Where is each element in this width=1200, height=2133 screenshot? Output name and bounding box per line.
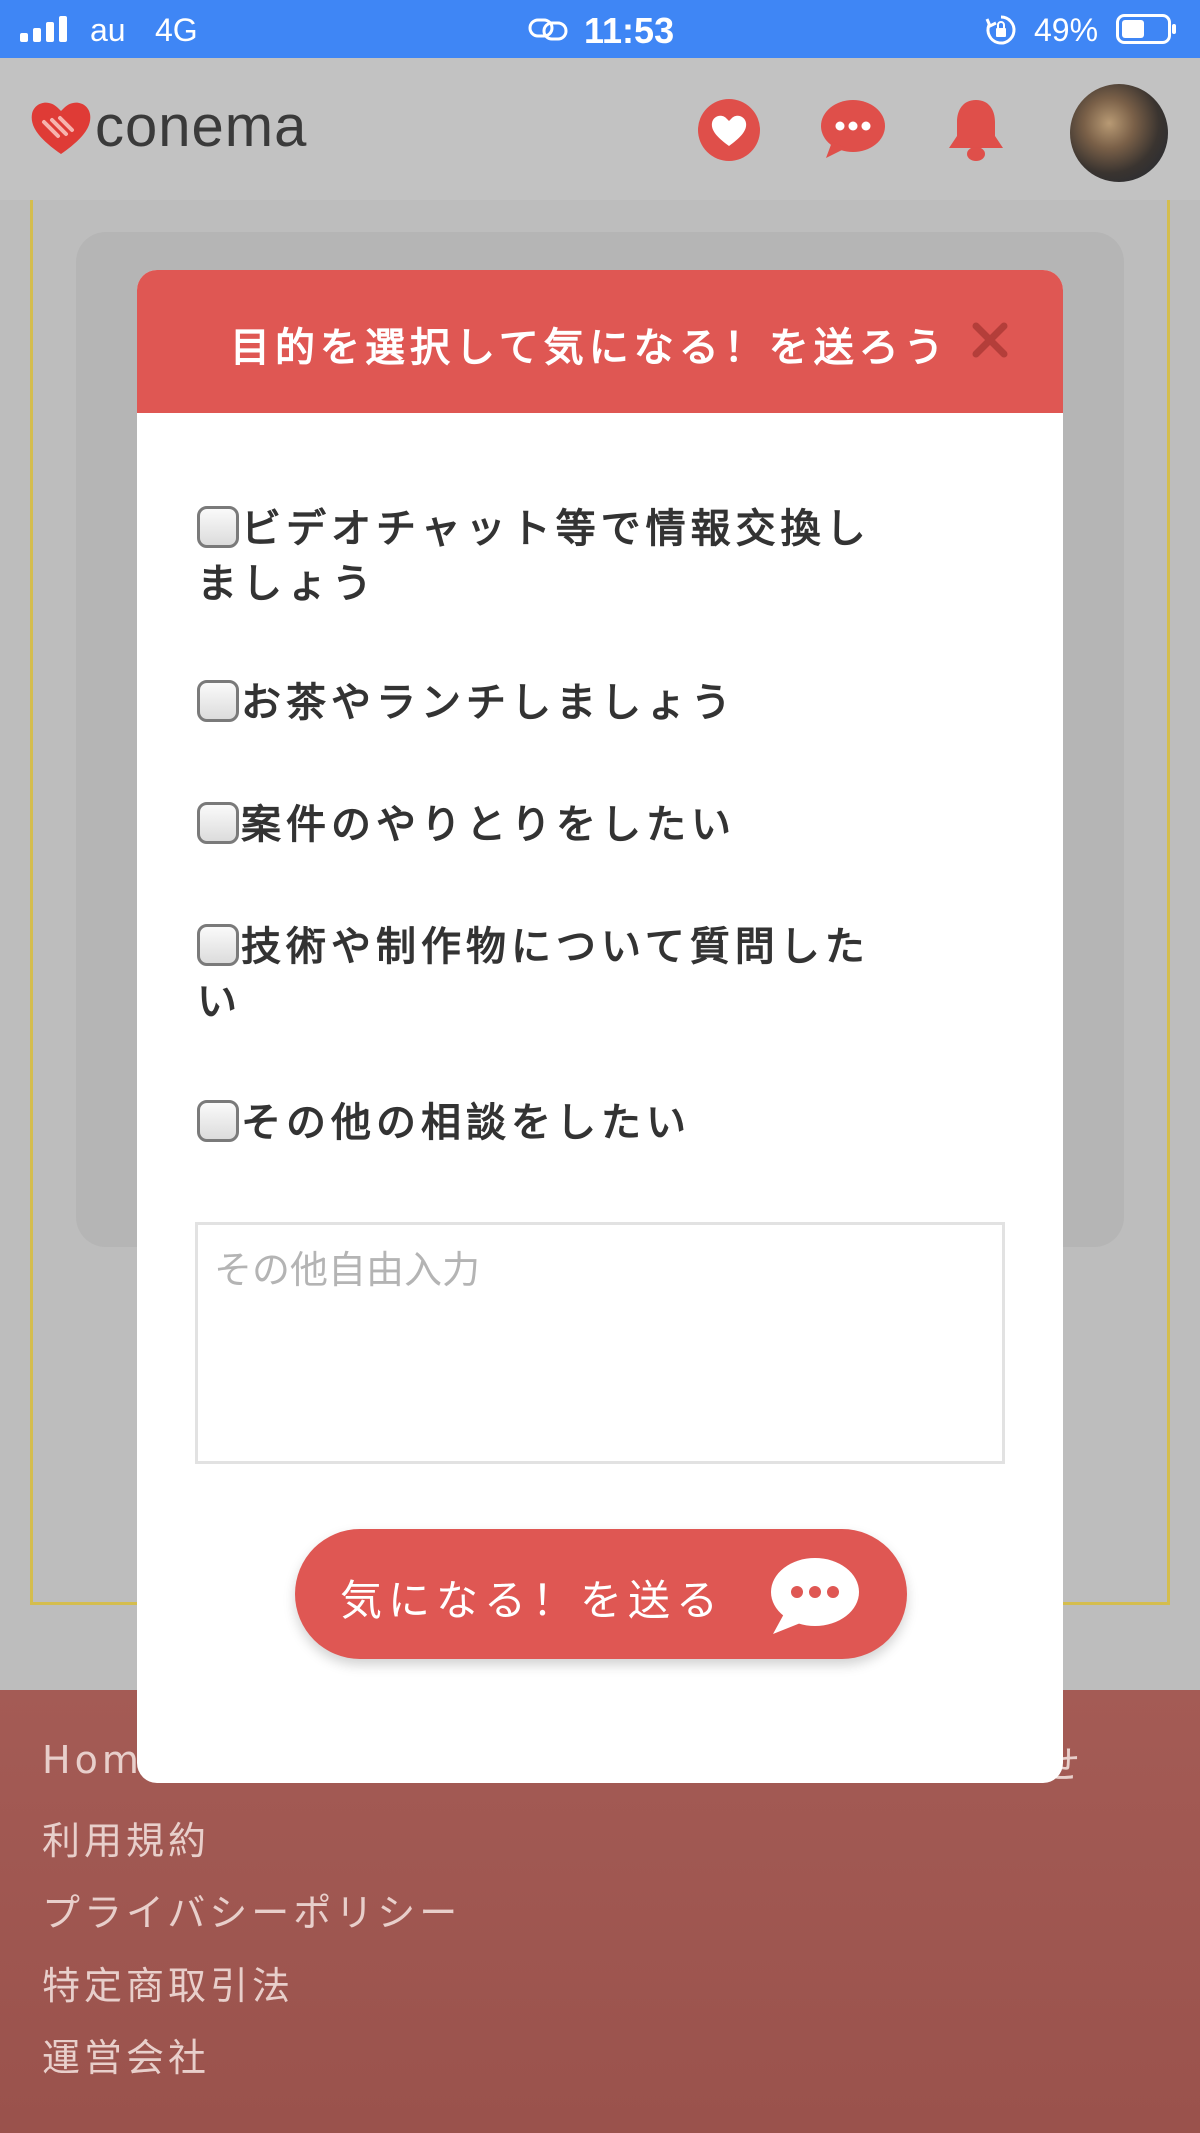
link-icon [528,18,568,41]
checkbox[interactable] [197,680,239,722]
battery-icon [1116,14,1176,44]
carrier-label: au [90,12,126,48]
footer-link-company[interactable]: 運営会社 [42,2027,210,2082]
option-video-chat[interactable]: ビデオチャット等で情報交換しましょう [197,502,887,612]
checkbox[interactable] [197,802,239,844]
checkbox[interactable] [197,506,239,548]
send-interest-modal: 目的を選択して気になる！を送ろう ビデオチャット等で情報交換しましょう お茶やラ… [137,270,1063,1783]
option-label: 案件のやりとりをしたい [241,802,736,848]
modal-header: 目的を選択して気になる！を送ろう [137,270,1063,413]
app-header: conema [0,58,1200,200]
close-icon[interactable] [970,320,1010,360]
send-interest-button[interactable]: 気になる！を送る [295,1529,907,1659]
signal-icon [20,16,67,42]
free-input-field[interactable] [195,1222,1005,1464]
modal-title: 目的を選択して気になる！を送ろう [230,325,949,371]
send-button-label: 気になる！を送る [340,1576,725,1625]
rotation-lock-icon [985,15,1016,45]
checkbox[interactable] [197,924,239,966]
option-project-exchange[interactable]: 案件のやりとりをしたい [197,798,887,853]
option-tech-question[interactable]: 技術や制作物について質問したい [197,920,887,1030]
status-bar: au 4G 11:53 49% [0,0,1200,58]
chat-icon[interactable] [820,98,886,160]
logo-text[interactable]: conema [95,93,307,160]
footer-link-commerce-law[interactable]: 特定商取引法 [42,1955,294,2010]
footer-link-privacy[interactable]: プライバシーポリシー [42,1882,461,1937]
option-tea-lunch[interactable]: お茶やランチしましょう [197,676,887,731]
option-label: その他の相談をしたい [241,1100,691,1146]
option-label: ビデオチャット等で情報交換しましょう [197,506,871,607]
conema-logo-icon[interactable] [28,98,94,158]
option-label: お茶やランチしましょう [241,680,736,726]
heart-icon[interactable] [697,98,761,162]
clock: 11:53 [584,10,675,51]
option-label: 技術や制作物について質問したい [197,924,870,1025]
battery-percent: 49% [1034,12,1099,48]
checkbox[interactable] [197,1100,239,1142]
option-other-consult[interactable]: その他の相談をしたい [197,1096,887,1151]
avatar[interactable] [1070,84,1168,182]
bell-icon[interactable] [945,96,1007,162]
network-label: 4G [155,12,198,48]
chat-bubble-icon [771,1558,859,1634]
footer-link-terms[interactable]: 利用規約 [42,1810,210,1865]
